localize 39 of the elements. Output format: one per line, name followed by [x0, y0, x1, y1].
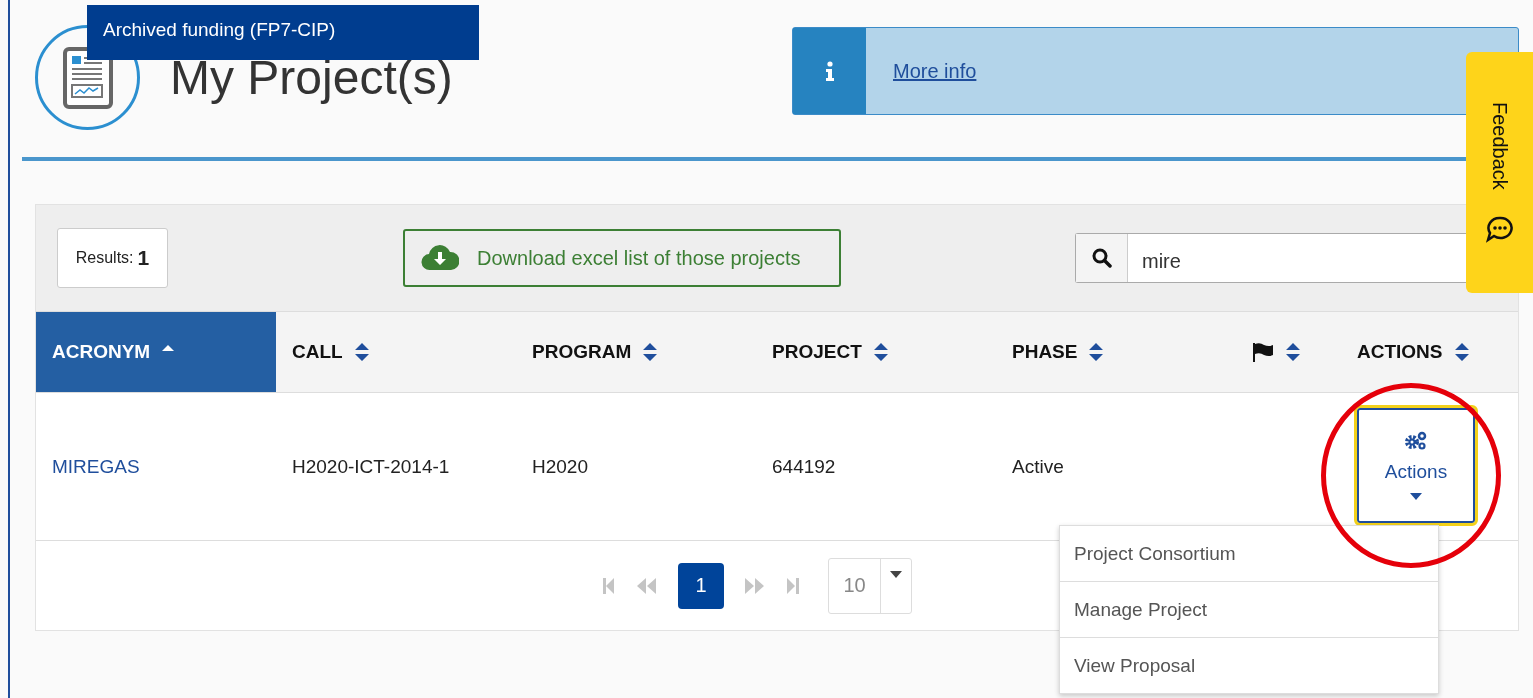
- table-cell-text: 644192: [771, 454, 837, 479]
- menu-item[interactable]: Project Consortium: [1060, 526, 1438, 581]
- column-header[interactable]: PROJECT: [756, 312, 996, 392]
- sort-icon: [1089, 343, 1104, 361]
- search-field[interactable]: mire: [1075, 233, 1466, 283]
- tooltip: Archived funding (FP7-CIP): [87, 5, 479, 60]
- feedback-tab[interactable]: Feedback: [1466, 52, 1533, 293]
- column-header[interactable]: ACRONYM: [36, 312, 276, 392]
- cloud-download-icon: [421, 245, 459, 271]
- search-icon: [1091, 248, 1112, 268]
- sort-icon: [1286, 343, 1300, 361]
- table-cell-text: Active: [1011, 454, 1065, 479]
- sort-icon: [354, 343, 369, 361]
- gears-icon: [1404, 431, 1428, 451]
- table-cell-text: H2020: [531, 454, 589, 479]
- sort-icon: [873, 343, 888, 361]
- sort-icon: [1454, 343, 1469, 361]
- caret-down-icon: [1410, 493, 1422, 500]
- page-size-select[interactable]: 10: [828, 557, 912, 614]
- flag-icon: [1252, 342, 1274, 362]
- search-input[interactable]: mire: [1128, 234, 1428, 282]
- sort-ascending-icon: [162, 344, 175, 352]
- actions-button[interactable]: Actions: [1357, 408, 1475, 523]
- column-header[interactable]: PROGRAM: [516, 312, 756, 392]
- download-button[interactable]: Download excel list of those projects: [403, 229, 841, 287]
- info-icon: [824, 61, 835, 81]
- table-cell-text: H2020-ICT-2014-1: [291, 454, 451, 479]
- results-count: Results: 1: [57, 228, 168, 288]
- column-header[interactable]: CALL: [276, 312, 516, 392]
- page-button[interactable]: 1: [678, 562, 724, 609]
- more-info-link[interactable]: More info: [893, 59, 977, 83]
- menu-item[interactable]: Manage Project: [1060, 581, 1438, 637]
- sort-icon: [643, 343, 658, 361]
- column-header[interactable]: ACTIONS: [1341, 312, 1518, 392]
- caret-down-icon: [890, 570, 902, 578]
- speech-bubble-icon: [1485, 215, 1514, 244]
- menu-item[interactable]: View Proposal: [1060, 637, 1438, 693]
- acronym-link[interactable]: MIREGAS: [36, 393, 276, 540]
- column-header[interactable]: PHASE: [996, 312, 1236, 392]
